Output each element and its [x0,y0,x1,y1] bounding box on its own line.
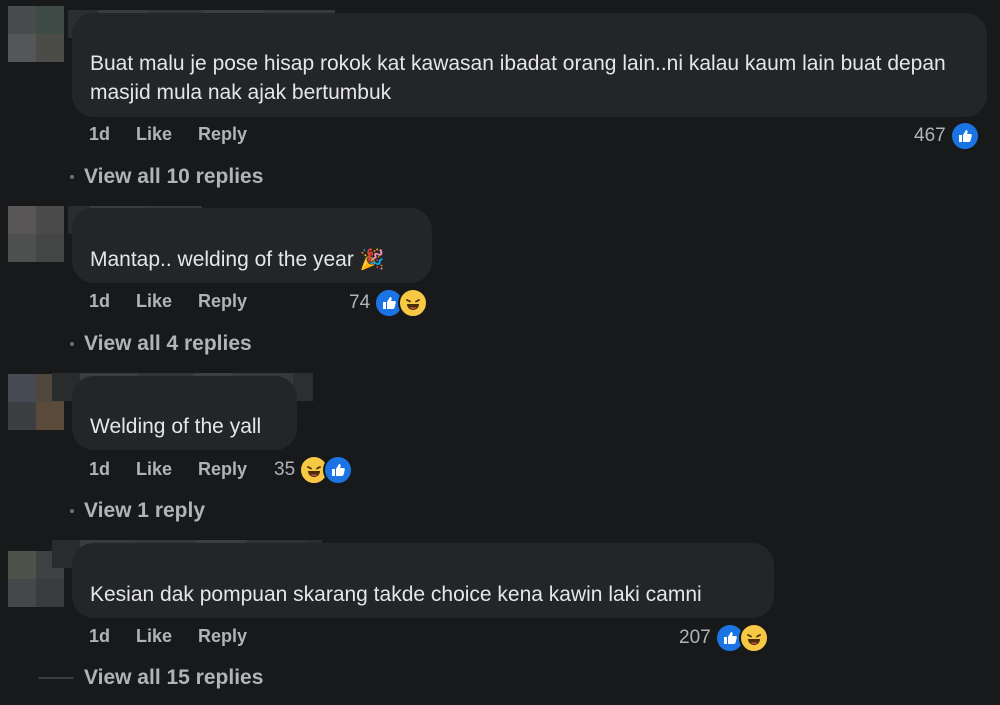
view-replies-label: View all 15 replies [84,666,264,689]
comment-actions: 1d Like Reply [89,459,273,480]
reaction-count: 207 [679,627,711,648]
view-replies-link[interactable]: View all 15 replies [84,666,263,690]
reaction-summary[interactable]: 74 [349,288,429,318]
like-button[interactable]: Like [136,626,172,647]
like-button[interactable]: Like [136,459,172,480]
thread-dot [70,342,74,346]
reaction-summary[interactable]: 467 [914,121,980,151]
comment-bubble: Kesian dak pompuan skarang takde choice … [72,543,774,618]
thread-connector [38,677,74,679]
reaction-count: 467 [914,125,946,146]
comment-text: Mantap.. welding of the year [90,248,354,271]
comment-timestamp[interactable]: 1d [89,626,110,647]
like-icon [949,121,980,151]
comment-text: Welding of the yall [90,415,262,438]
like-button[interactable]: Like [136,291,172,312]
view-replies-label: View all 10 replies [84,165,264,188]
comment-actions: 1d Like Reply [89,124,273,145]
party-popper-emoji: 🎉 [359,247,385,271]
comment-text: Buat malu je pose hisap rokok kat kawasa… [90,52,946,104]
thread-dot [70,175,74,179]
reaction-count: 35 [274,459,296,480]
like-button[interactable]: Like [136,124,172,145]
comment-actions: 1d Like Reply [89,291,273,312]
haha-icon [398,288,429,318]
comment-actions: 1d Like Reply [89,626,273,647]
reply-button[interactable]: Reply [198,124,247,145]
avatar[interactable] [8,6,64,62]
like-icon [323,455,354,485]
comment-bubble: Buat malu je pose hisap rokok kat kawasa… [72,13,987,117]
haha-icon [738,623,769,653]
comment-bubble: Welding of the yall [72,376,297,450]
thread-dot [70,509,74,513]
comment-timestamp[interactable]: 1d [89,291,110,312]
view-replies-label: View 1 reply [84,499,206,522]
reaction-summary[interactable]: 35 [274,455,354,485]
comment-bubble: Mantap.. welding of the year 🎉 [72,208,432,283]
reply-button[interactable]: Reply [198,626,247,647]
view-replies-link[interactable]: View 1 reply [70,499,205,523]
view-replies-link[interactable]: View all 10 replies [70,165,263,189]
reaction-count: 74 [349,292,371,313]
view-replies-label: View all 4 replies [84,332,252,355]
comment-timestamp[interactable]: 1d [89,124,110,145]
reaction-summary[interactable]: 207 [679,623,769,653]
reply-button[interactable]: Reply [198,459,247,480]
avatar[interactable] [8,206,64,262]
comment-text: Kesian dak pompuan skarang takde choice … [90,583,702,606]
reply-button[interactable]: Reply [198,291,247,312]
comment-timestamp[interactable]: 1d [89,459,110,480]
view-replies-link[interactable]: View all 4 replies [70,332,252,356]
